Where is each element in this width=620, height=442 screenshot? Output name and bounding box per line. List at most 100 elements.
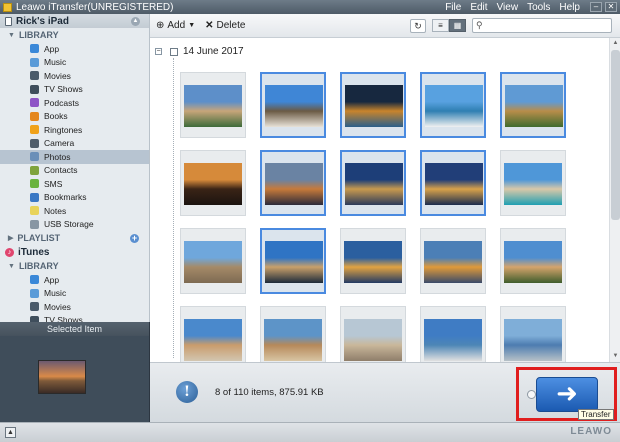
sidebar-item-music[interactable]: Music [0, 287, 149, 301]
group-select-checkbox[interactable] [170, 47, 178, 56]
photo-image [265, 241, 323, 283]
collapse-triangle-icon: ▼ [8, 31, 15, 39]
photo-image [425, 163, 483, 205]
photo-thumbnail[interactable] [340, 228, 406, 294]
photo-thumbnail[interactable] [180, 228, 246, 294]
search-box: ⚲ [472, 18, 612, 33]
sidebar-item-tv-shows[interactable]: TV Shows [0, 83, 149, 97]
photos-icon [30, 152, 39, 162]
collapse-group-button[interactable]: − [155, 48, 162, 55]
sidebar-item-music[interactable]: Music [0, 56, 149, 70]
photo-thumbnail[interactable] [340, 72, 406, 138]
photo-thumbnail[interactable] [500, 228, 566, 294]
sidebar-item-contacts[interactable]: Contacts [0, 164, 149, 178]
sidebar-item-label: App [44, 43, 60, 54]
photo-image [424, 319, 482, 361]
sidebar-item-podcasts[interactable]: Podcasts [0, 96, 149, 110]
sidebar-item-bookmarks[interactable]: Bookmarks [0, 191, 149, 205]
menu-bar: File Edit View Tools Help [445, 2, 590, 13]
photo-thumbnail[interactable] [260, 150, 326, 216]
arrow-right-icon: ➜ [556, 378, 578, 408]
photo-thumbnail[interactable] [420, 72, 486, 138]
photo-browser: − 14 June 2017 ▲ ▼ [150, 38, 620, 372]
vertical-scrollbar[interactable]: ▲ ▼ [609, 38, 620, 362]
sidebar-item-usb-storage[interactable]: USB Storage [0, 218, 149, 232]
transfer-tooltip: Transfer [578, 409, 614, 420]
sidebar-item-label: Music [44, 57, 67, 68]
scroll-down-icon[interactable]: ▼ [611, 352, 620, 361]
photo-image [344, 241, 402, 283]
app-logo-icon [3, 2, 12, 12]
grid-view-button[interactable]: ▦ [449, 19, 466, 32]
sidebar-item-notes[interactable]: Notes [0, 204, 149, 218]
eject-device-icon[interactable]: ▲ [5, 427, 16, 438]
menu-file[interactable]: File [445, 2, 461, 13]
sidebar-item-app[interactable]: App [0, 273, 149, 287]
sidebar-item-sms[interactable]: SMS [0, 177, 149, 191]
minimize-button[interactable]: – [590, 2, 602, 12]
sidebar-item-photos[interactable]: Photos [0, 150, 149, 164]
bookmarks-icon [30, 192, 39, 202]
menu-edit[interactable]: Edit [470, 2, 487, 13]
photo-thumbnail[interactable] [260, 228, 326, 294]
sidebar-item-app[interactable]: App [0, 42, 149, 56]
photo-thumbnail[interactable] [500, 150, 566, 216]
itunes-library-label: LIBRARY [18, 261, 59, 271]
add-button[interactable]: ⊕ Add ▼ [156, 20, 195, 31]
transfer-toggle-icon [527, 390, 536, 399]
photo-thumbnail[interactable] [500, 72, 566, 138]
sidebar-item-camera[interactable]: Camera [0, 137, 149, 151]
device-library-list: App Music Movies TV Shows Podcasts Books Ringt… [0, 42, 149, 231]
menu-tools[interactable]: Tools [527, 2, 550, 13]
add-playlist-icon[interactable]: + [130, 233, 139, 243]
menu-help[interactable]: Help [559, 2, 580, 13]
eject-icon[interactable]: ▲ [131, 16, 140, 26]
photo-image [265, 163, 323, 205]
search-input[interactable] [484, 20, 595, 31]
status-text: 8 of 110 items, 875.91 KB [215, 387, 324, 398]
search-icon: ⚲ [476, 20, 483, 30]
sms-icon [30, 179, 39, 189]
list-view-button[interactable]: ≡ [432, 19, 449, 32]
sidebar-item-movies[interactable]: Movies [0, 300, 149, 314]
photo-thumbnail[interactable] [180, 150, 246, 216]
photo-thumbnail[interactable] [340, 150, 406, 216]
scroll-up-icon[interactable]: ▲ [611, 39, 620, 48]
itunes-icon: ♪ [5, 247, 14, 257]
camera-icon [30, 138, 39, 148]
scroll-thumb[interactable] [611, 50, 620, 220]
sidebar-item-ringtones[interactable]: Ringtones [0, 123, 149, 137]
sidebar-item-label: TV Shows [44, 315, 83, 322]
itunes-label: iTunes [18, 246, 50, 258]
delete-button[interactable]: ✕ Delete [205, 20, 245, 31]
photo-image [184, 241, 242, 283]
status-bar: ! 8 of 110 items, 875.91 KB ➜ Transfer [150, 362, 620, 422]
refresh-button[interactable]: ↻ [410, 18, 426, 33]
device-row[interactable]: Rick's iPad ▲ [0, 14, 149, 28]
sidebar-item-tv-shows[interactable]: TV Shows [0, 314, 149, 322]
add-label: Add [167, 20, 186, 31]
delete-label: Delete [216, 20, 246, 31]
photo-thumbnail[interactable] [260, 72, 326, 138]
photo-thumbnail[interactable] [180, 72, 246, 138]
playlist-header[interactable]: ▶ PLAYLIST + [0, 231, 149, 245]
sidebar-item-movies[interactable]: Movies [0, 69, 149, 83]
photo-thumbnail[interactable] [420, 150, 486, 216]
menu-view[interactable]: View [497, 2, 519, 13]
photo-image [344, 319, 402, 361]
device-library-header[interactable]: ▼ LIBRARY [0, 28, 149, 42]
sidebar-item-books[interactable]: Books [0, 110, 149, 124]
window-title: Leawo iTransfer(UNREGISTERED) [16, 1, 174, 13]
sidebar-item-label: Photos [44, 151, 71, 162]
movies-icon [30, 71, 39, 81]
photo-image [345, 85, 403, 127]
transfer-button[interactable]: ➜ [527, 377, 598, 412]
photo-thumbnail[interactable] [420, 228, 486, 294]
itunes-row[interactable]: ♪ iTunes [0, 245, 149, 259]
photo-image [504, 319, 562, 361]
itunes-library-header[interactable]: ▼ LIBRARY [0, 259, 149, 273]
tree-connector [173, 58, 174, 358]
music-icon [30, 57, 39, 67]
photo-image [345, 163, 403, 205]
close-button[interactable]: ✕ [605, 2, 617, 12]
